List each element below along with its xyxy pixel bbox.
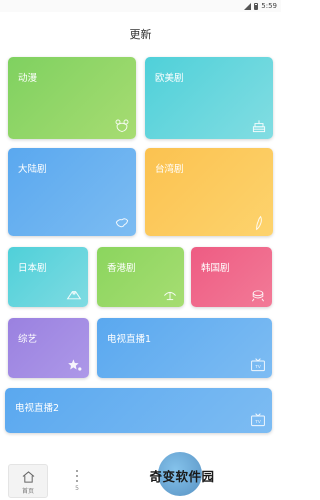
drum-icon [250,286,266,302]
category-label: 日本剧 [18,263,47,274]
page-title: 更新 [129,28,152,41]
home-icon [22,471,35,483]
category-label: 电视直播1 [107,334,152,345]
status-bar: 5:59 [0,0,281,12]
bear-icon [114,118,130,134]
category-card-hongkong[interactable]: 香港剧 [97,247,184,307]
bottom-nav-more-count: 5 [75,485,79,492]
more-dots-icon [76,470,78,482]
stars-icon [67,357,83,373]
category-label: 欧美剧 [155,73,184,84]
cake-icon [251,118,267,134]
status-time: 5:59 [261,2,277,10]
category-label: 综艺 [18,334,38,345]
category-card-korea[interactable]: 韩国剧 [191,247,272,307]
tv-icon: TV [250,357,266,373]
category-label: 台湾剧 [155,164,184,175]
category-card-variety[interactable]: 综艺 [8,318,89,378]
bauhinia-icon [162,286,178,302]
category-card-mainland[interactable]: 大陆剧 [8,148,136,236]
mount-fuji-icon [66,286,82,302]
category-card-anime[interactable]: 动漫 [8,57,136,139]
category-label: 电视直播2 [15,403,60,414]
category-card-tv-live-1[interactable]: 电视直播1 TV [97,318,272,378]
svg-text:TV: TV [255,419,261,424]
category-card-tv-live-2[interactable]: 电视直播2 TV [5,388,272,433]
category-label: 大陆剧 [18,164,47,175]
bottom-nav-home-label: 首页 [21,488,34,495]
category-card-japan[interactable]: 日本剧 [8,247,88,307]
category-label: 香港剧 [107,263,136,274]
watermark-text: 奇变软件园 [149,469,215,484]
status-indicators: 5:59 [244,0,277,12]
bottom-nav-more[interactable]: 5 [70,464,84,498]
category-label: 动漫 [18,73,38,84]
map-taiwan-icon [251,215,267,231]
category-card-western[interactable]: 欧美剧 [145,57,273,139]
map-mainland-icon [114,215,130,231]
battery-icon [254,2,259,10]
watermark: 奇变软件园 [144,452,220,496]
signal-icon [244,2,252,10]
category-card-taiwan[interactable]: 台湾剧 [145,148,273,236]
category-label: 韩国剧 [201,263,230,274]
bottom-nav-home[interactable]: 首页 [8,464,48,498]
svg-text:TV: TV [255,364,261,369]
tv-icon: TV [250,412,266,428]
